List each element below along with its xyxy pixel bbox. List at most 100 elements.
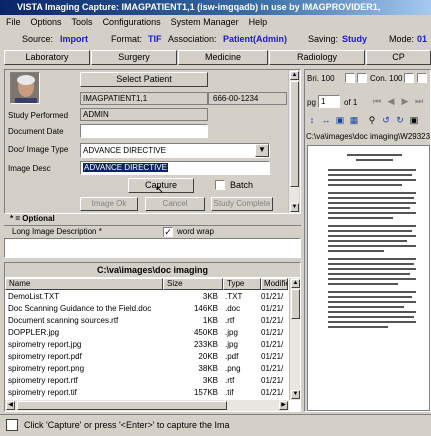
capture-info-bar: Source: Import Format: TIF Association: …: [0, 30, 431, 48]
tab-medicine[interactable]: Medicine: [178, 50, 268, 65]
source-value[interactable]: Import: [60, 30, 88, 48]
list-item[interactable]: spirometry report.jpg 233KB .jpg 01/21/: [8, 339, 288, 350]
list-item[interactable]: DemoList.TXT 3KB .TXT 01/21/: [8, 291, 288, 302]
list-item[interactable]: Document scanning sources.rtf 1KB .rtf 0…: [8, 315, 288, 326]
list-item[interactable]: spirometry report.tif 157KB .tif 01/21/: [8, 387, 288, 398]
file-size: 450KB: [193, 328, 218, 337]
viewer-file-path: C:\va\images\doc imaging\W29323: [306, 132, 430, 141]
tab-radiology[interactable]: Radiology: [269, 50, 365, 65]
column-name[interactable]: Name: [5, 278, 163, 290]
column-modified[interactable]: Modifie: [261, 278, 288, 290]
list-item[interactable]: DOPPLER.jpg 450KB .jpg 01/21/: [8, 327, 288, 338]
fit-height-icon[interactable]: ↔: [320, 115, 332, 127]
file-size: 1KB: [202, 316, 218, 325]
select-patient-button[interactable]: Select Patient: [80, 72, 208, 87]
file-name: Doc Scanning Guidance to the Field.doc: [8, 304, 152, 313]
menu-file[interactable]: File: [6, 17, 21, 27]
cancel-button[interactable]: Cancel: [145, 197, 205, 211]
image-desc-input[interactable]: ADVANCE DIRECTIVE: [80, 161, 270, 175]
file-modified: 01/21/: [261, 292, 284, 301]
batch-checkbox[interactable]: [215, 180, 225, 190]
doc-type-dropdown-button[interactable]: ▼: [255, 144, 269, 157]
file-name: spirometry report.tif: [8, 388, 77, 397]
fit-page-icon[interactable]: ▣: [334, 115, 346, 127]
prev-page-icon[interactable]: ◀: [385, 96, 397, 108]
file-list-vscrollbar[interactable]: ▲ ▼: [289, 278, 300, 400]
menu-options[interactable]: Options: [31, 17, 62, 27]
list-item[interactable]: spirometry report.png 38KB .png 01/21/: [8, 363, 288, 374]
checkmark-icon: ✓: [164, 227, 172, 237]
image-ok-button[interactable]: Image Ok: [80, 197, 138, 211]
tab-surgery[interactable]: Surgery: [91, 50, 177, 65]
actual-size-icon[interactable]: ▦: [348, 115, 360, 127]
format-label: Format:: [111, 34, 143, 44]
contrast-checkbox[interactable]: [404, 73, 414, 83]
list-item[interactable]: spirometry report.pdf 20KB .pdf 01/21/: [8, 351, 288, 362]
last-page-icon[interactable]: ⏭: [413, 96, 425, 108]
scroll-right-icon[interactable]: ▶: [279, 401, 288, 410]
page-of-label: of 1: [344, 98, 358, 107]
menu-tools[interactable]: Tools: [72, 17, 93, 27]
image-icon[interactable]: ▣: [408, 115, 420, 127]
file-modified: 01/21/: [261, 376, 284, 385]
file-type: .rtf: [225, 376, 235, 385]
list-item[interactable]: Doc Scanning Guidance to the Field.doc 1…: [8, 303, 288, 314]
long-desc-textarea[interactable]: [4, 238, 301, 258]
scroll-up-icon[interactable]: ▲: [291, 279, 300, 288]
saving-value[interactable]: Study: [342, 30, 367, 48]
fit-width-icon[interactable]: ↕: [306, 115, 318, 127]
file-type: .pdf: [225, 352, 239, 361]
word-wrap-label: word wrap: [177, 227, 214, 236]
scroll-up-icon[interactable]: ▲: [290, 71, 299, 80]
word-wrap-checkbox[interactable]: ✓: [163, 227, 173, 237]
rotate-right-icon[interactable]: ↻: [394, 115, 406, 127]
file-type: .doc: [225, 304, 241, 313]
file-list-header: Name Size Type Modifie: [5, 278, 288, 290]
file-size: 146KB: [193, 304, 218, 313]
file-modified: 01/21/: [261, 364, 284, 373]
scroll-thumb[interactable]: [290, 81, 299, 187]
mouse-cursor-icon: ↖: [155, 184, 165, 196]
image-desc-label: Image Desc: [8, 164, 51, 173]
menu-configurations[interactable]: Configurations: [103, 17, 161, 27]
scroll-left-icon[interactable]: ◀: [6, 401, 15, 410]
first-page-icon[interactable]: ⏮: [371, 96, 383, 108]
scroll-thumb[interactable]: [17, 401, 227, 410]
next-page-icon[interactable]: ▶: [399, 96, 411, 108]
file-name: Document scanning sources.rtf: [8, 316, 119, 325]
mode-value[interactable]: 01: [417, 30, 427, 48]
scroll-down-icon[interactable]: ▼: [290, 203, 299, 212]
form-scrollbar[interactable]: ▲ ▼: [288, 70, 299, 213]
association-value[interactable]: Patient(Admin): [223, 30, 287, 48]
file-size: 20KB: [198, 352, 218, 361]
study-complete-button[interactable]: Study Complete: [211, 197, 273, 211]
file-list: DemoList.TXT 3KB .TXT 01/21/ Doc Scannin…: [8, 291, 288, 399]
file-type: .jpg: [225, 328, 238, 337]
menu-help[interactable]: Help: [249, 17, 268, 27]
page-input[interactable]: 1: [318, 95, 340, 108]
menu-system-manager[interactable]: System Manager: [171, 17, 239, 27]
scroll-thumb[interactable]: [291, 289, 300, 319]
rotate-left-icon[interactable]: ↺: [380, 115, 392, 127]
file-list-hscrollbar[interactable]: ◀ ▶: [5, 400, 289, 411]
tab-cp[interactable]: CP: [366, 50, 431, 65]
doc-type-combo[interactable]: ADVANCE DIRECTIVE: [80, 143, 270, 158]
contrast-toggle[interactable]: [417, 73, 427, 83]
patient-photo: [10, 72, 40, 104]
list-item[interactable]: spirometry report.rtf 3KB .rtf 01/21/: [8, 375, 288, 386]
file-type: .jpg: [225, 340, 238, 349]
tab-laboratory[interactable]: Laboratory: [4, 50, 90, 65]
menu-bar: File Options Tools Configurations System Man…: [0, 15, 431, 29]
brightness-toggle[interactable]: [357, 73, 367, 83]
format-value[interactable]: TIF: [148, 30, 162, 48]
patient-name-field: IMAGPATIENT1,1: [80, 92, 208, 105]
file-modified: 01/21/: [261, 352, 284, 361]
zoom-icon[interactable]: ⚲: [366, 115, 378, 127]
column-size[interactable]: Size: [163, 278, 223, 290]
column-type[interactable]: Type: [223, 278, 261, 290]
brightness-checkbox[interactable]: [345, 73, 355, 83]
document-date-input[interactable]: [80, 124, 208, 138]
file-browser-path: C:\va\images\doc imaging: [5, 263, 300, 277]
scroll-down-icon[interactable]: ▼: [291, 390, 300, 399]
optional-legend: * = Optional: [10, 214, 55, 223]
